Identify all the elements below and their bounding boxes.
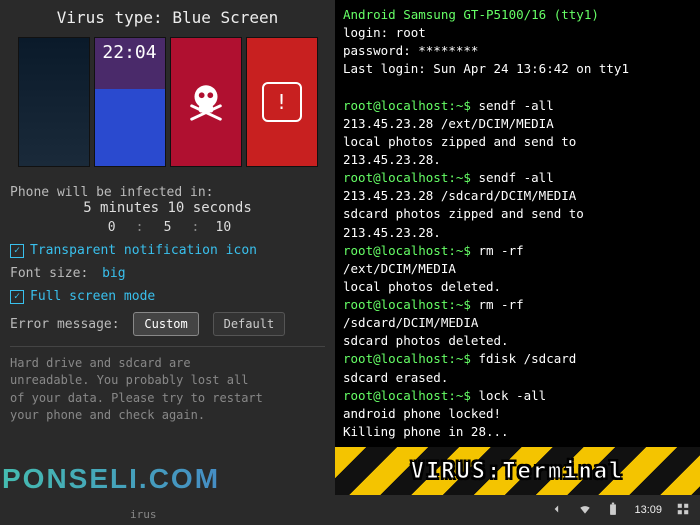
countdown-text: 5 minutes 10 seconds [83, 200, 252, 216]
transparent-icon-checkbox[interactable] [10, 244, 24, 258]
transparent-icon-label: Transparent notification icon [30, 243, 257, 258]
thumb-bsod-body [95, 89, 165, 166]
time-spinner[interactable]: 0 : 5 : 10 [10, 220, 325, 235]
hazard-label: VIRUS:Terminal [411, 459, 624, 484]
error-custom-button[interactable]: Custom [133, 312, 198, 336]
spinner-hours[interactable]: 0 [94, 220, 130, 235]
error-default-button[interactable]: Default [213, 312, 286, 336]
terminal-output: Android Samsung GT-P5100/16 (tty1) login… [335, 0, 700, 447]
spinner-minutes[interactable]: 5 [150, 220, 186, 235]
terminal-panel: Android Samsung GT-P5100/16 (tty1) login… [335, 0, 700, 525]
font-size-value[interactable]: big [102, 266, 125, 281]
error-message-label: Error message: [10, 317, 120, 332]
font-size-label: Font size: [10, 266, 88, 281]
theme-thumbnails: 22:04 ! [10, 37, 325, 167]
warning-icon: ! [262, 82, 302, 122]
hazard-banner: VIRUS:Terminal [335, 447, 700, 495]
theme-thumb-bluescreen[interactable]: 22:04 [94, 37, 166, 167]
status-time: 13:09 [634, 504, 662, 516]
fullscreen-label: Full screen mode [30, 289, 155, 304]
error-message-text[interactable]: Hard drive and sdcard are unreadable. Yo… [10, 346, 325, 425]
fullscreen-checkbox[interactable] [10, 290, 24, 304]
back-icon[interactable] [550, 502, 564, 519]
theme-thumb-warning[interactable]: ! [246, 37, 318, 167]
spinner-seconds[interactable]: 10 [205, 220, 241, 235]
wifi-icon [578, 502, 592, 519]
theme-thumb-dark[interactable] [18, 37, 90, 167]
android-status-bar: 13:09 [335, 495, 700, 525]
watermark: PONSELI.COM [2, 463, 220, 495]
countdown-label: Phone will be infected in: [10, 185, 325, 200]
battery-icon [606, 502, 620, 519]
apps-icon[interactable] [676, 502, 690, 519]
skull-icon [183, 78, 229, 127]
theme-thumb-skull[interactable] [170, 37, 242, 167]
config-panel: Virus type: Blue Screen 22:04 ! Phone wi… [0, 0, 335, 525]
bottom-label: irus [130, 508, 157, 521]
thumb-clock: 22:04 [102, 42, 156, 63]
panel-title: Virus type: Blue Screen [10, 8, 325, 27]
